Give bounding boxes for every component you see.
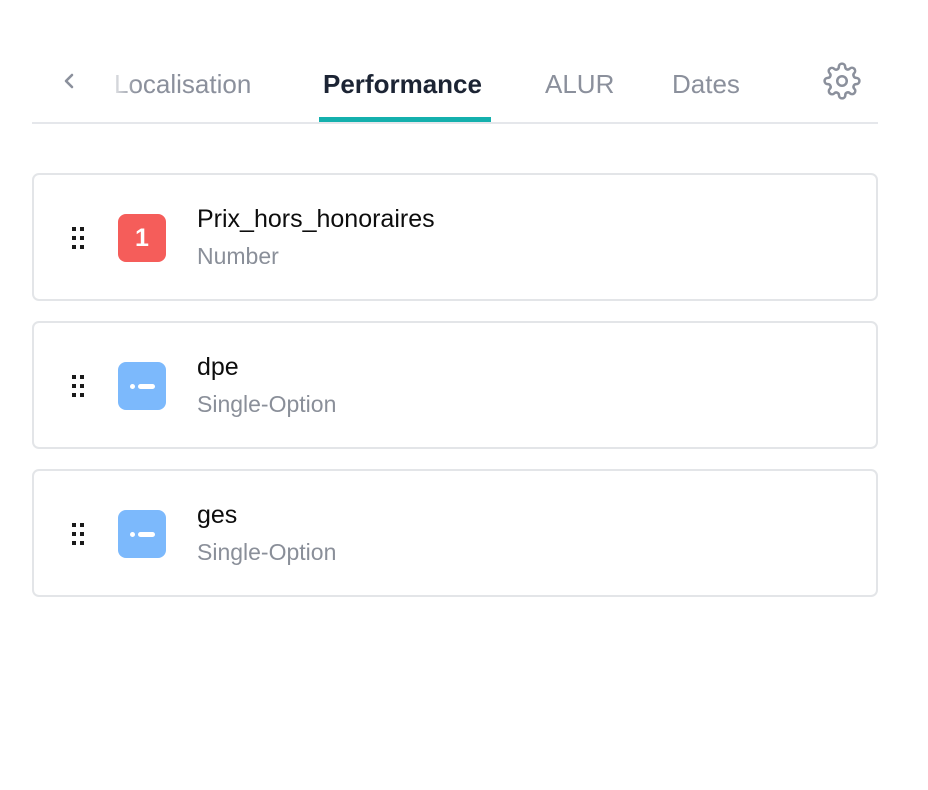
field-type: Number	[197, 243, 279, 269]
number-icon: 1	[118, 214, 166, 262]
tab-scroll-left-button[interactable]	[56, 66, 82, 96]
single-option-icon	[118, 510, 166, 558]
field-name: ges	[197, 501, 238, 529]
field-name: dpe	[197, 353, 239, 381]
tab-dates[interactable]: Dates	[672, 66, 740, 102]
single-option-icon	[118, 362, 166, 410]
field-type: Single-Option	[197, 391, 337, 417]
chevron-left-icon	[64, 73, 74, 89]
tab-bar: Localisation Performance ALUR Dates	[32, 50, 878, 124]
field-card-ges[interactable]: ges Single-Option	[32, 469, 878, 597]
drag-handle-icon[interactable]	[72, 227, 86, 249]
tab-performance[interactable]: Performance	[323, 66, 482, 102]
gear-icon	[823, 62, 861, 100]
tab-localisation[interactable]: Localisation	[114, 66, 251, 102]
settings-button[interactable]	[821, 60, 863, 102]
drag-handle-icon[interactable]	[72, 375, 86, 397]
tab-alur[interactable]: ALUR	[545, 66, 614, 102]
drag-handle-icon[interactable]	[72, 523, 86, 545]
field-type: Single-Option	[197, 539, 337, 565]
field-card-dpe[interactable]: dpe Single-Option	[32, 321, 878, 449]
field-list: 1 Prix_hors_honoraires Number dpe Single…	[32, 173, 878, 617]
active-tab-indicator	[319, 117, 491, 122]
field-name: Prix_hors_honoraires	[197, 205, 435, 233]
field-card-prix-hors-honoraires[interactable]: 1 Prix_hors_honoraires Number	[32, 173, 878, 301]
